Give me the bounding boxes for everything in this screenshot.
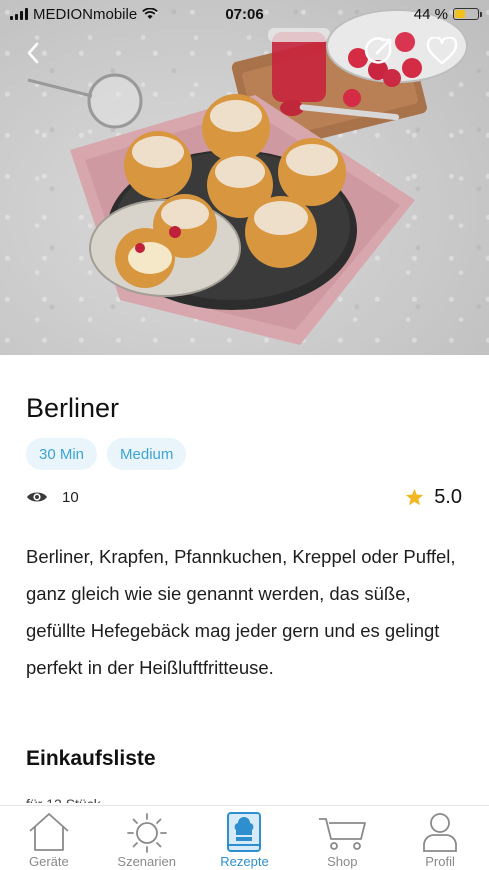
star-icon — [406, 488, 424, 506]
share-icon — [364, 37, 392, 64]
house-icon — [29, 813, 69, 851]
recipe-tags: 30 Min Medium — [26, 438, 187, 470]
status-time: 07:06 — [225, 5, 264, 23]
chevron-left-icon — [27, 42, 39, 64]
tab-geraete[interactable]: Geräte — [4, 810, 94, 869]
tab-label-rezepte: Rezepte — [220, 854, 269, 869]
cart-icon — [319, 818, 367, 850]
status-bar: MEDIONmobile 07:06 44 % — [0, 0, 489, 28]
tab-label-geraete: Geräte — [29, 854, 69, 869]
recipe-meta: 10 5.0 — [26, 485, 462, 509]
tab-shop[interactable]: Shop — [297, 810, 387, 869]
eye-icon — [27, 492, 47, 502]
status-left: MEDIONmobile — [10, 5, 159, 23]
recipe-title: Berliner — [26, 393, 120, 423]
tag-duration: 30 Min — [26, 438, 98, 470]
views-value: 10 — [62, 488, 79, 506]
person-icon — [423, 813, 457, 852]
hero-photo — [27, 9, 468, 345]
recipe-description: Berliner, Krapfen, Pfannkuchen, Kreppel … — [26, 546, 456, 678]
tab-label-szenarien: Szenarien — [117, 854, 176, 869]
tab-label-shop: Shop — [327, 854, 358, 869]
tab-rezepte[interactable]: Rezepte — [199, 810, 289, 869]
battery-percent: 44 % — [413, 5, 448, 23]
tab-profil[interactable]: Profil — [395, 810, 485, 869]
recipe-book-icon — [227, 812, 262, 852]
heart-icon — [426, 37, 458, 65]
shopping-list-peek: für 12 Stück — [26, 795, 206, 803]
wifi-icon — [142, 8, 159, 19]
views-count: 10 — [26, 489, 79, 506]
recipe-content: Berliner 30 Min Medium 10 5.0 Berliner, … — [0, 355, 489, 805]
battery-fill — [455, 10, 465, 18]
signal-icon — [10, 8, 28, 20]
favorite-button[interactable] — [424, 34, 460, 68]
tab-label-profil: Profil — [425, 854, 455, 869]
recipe-hero-image — [0, 0, 489, 355]
share-button[interactable] — [362, 34, 396, 68]
carrier-name: MEDIONmobile — [33, 5, 138, 23]
sun-icon — [126, 813, 167, 853]
status-right: 44 % — [413, 5, 482, 23]
rating-value: 5.0 — [434, 485, 462, 508]
tab-bar: Geräte Szenarien Rezepte Shop Profil — [0, 805, 489, 870]
tab-szenarien[interactable]: Szenarien — [102, 810, 192, 869]
back-button[interactable] — [18, 38, 48, 68]
shopping-list-title: Einkaufsliste — [26, 747, 156, 770]
rating: 5.0 — [405, 486, 462, 509]
battery-icon — [453, 8, 482, 20]
tag-difficulty: Medium — [107, 438, 187, 470]
